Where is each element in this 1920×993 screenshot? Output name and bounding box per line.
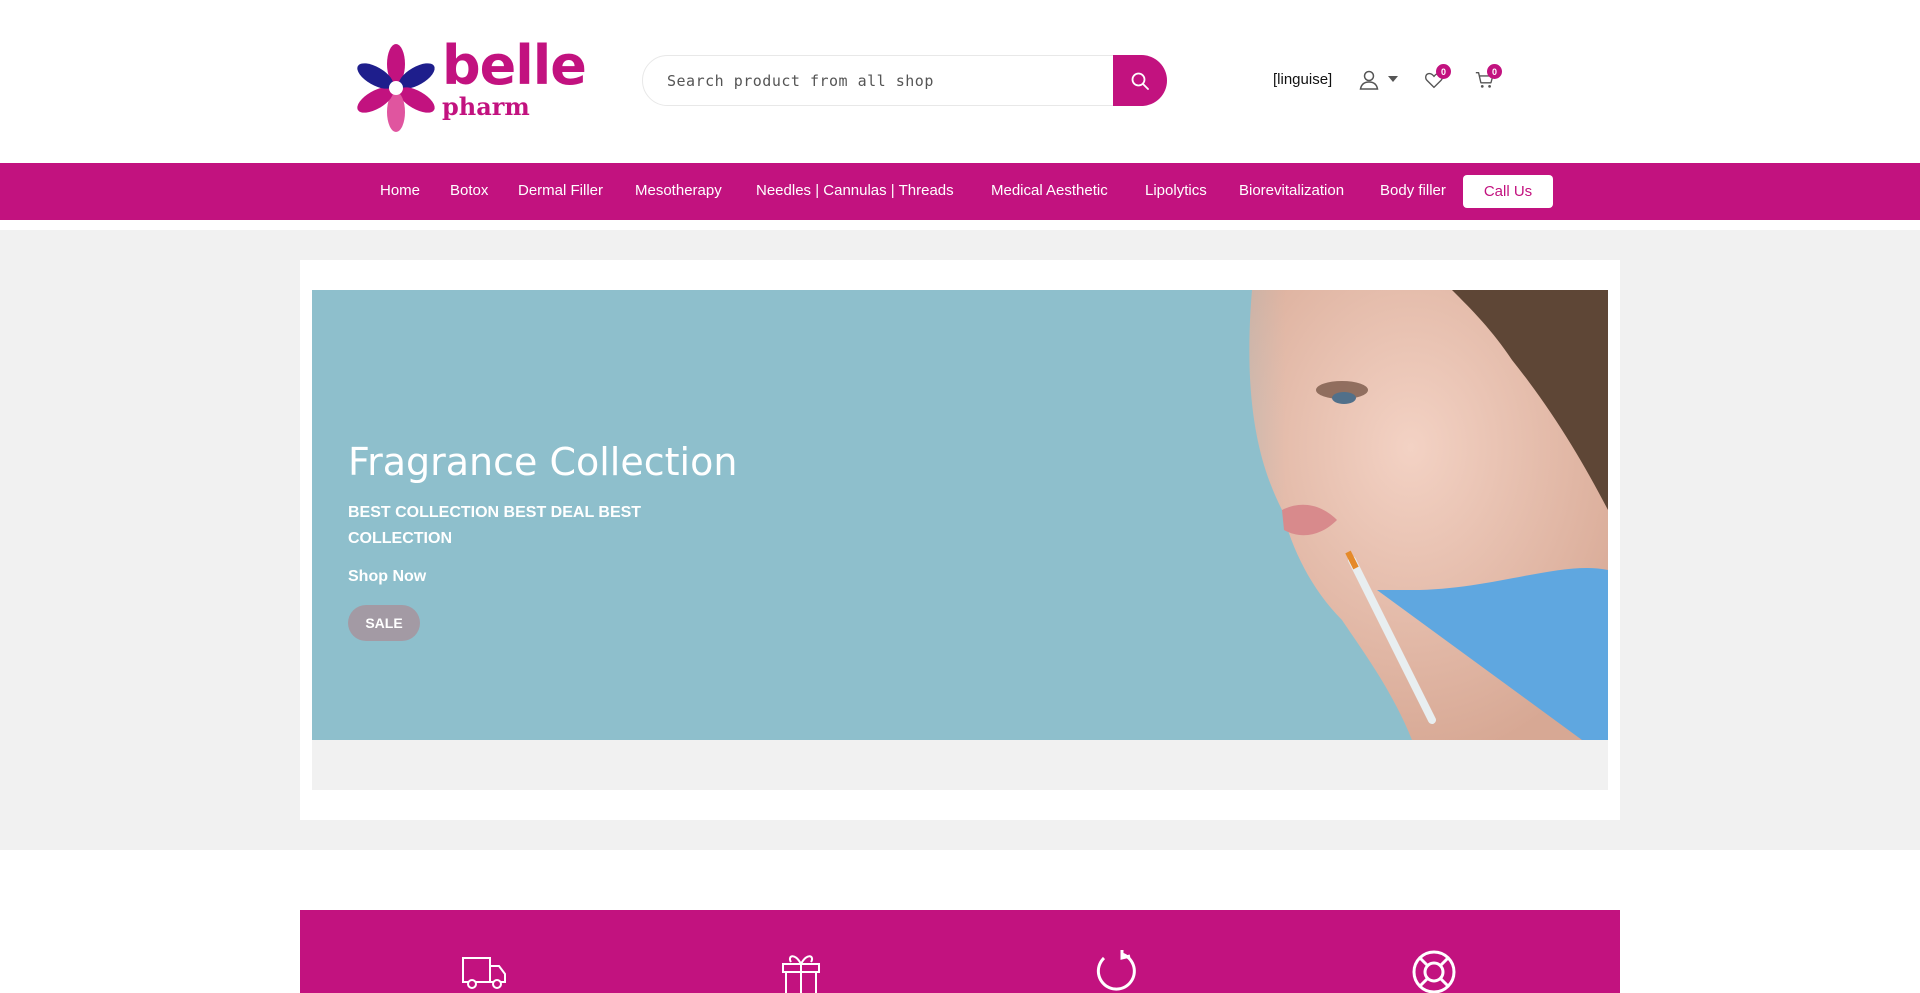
nav-item-mesotherapy[interactable]: Mesotherapy bbox=[635, 182, 722, 199]
search-icon bbox=[1131, 72, 1149, 90]
hero-model-image bbox=[1112, 290, 1608, 740]
nav-item-home[interactable]: Home bbox=[380, 182, 420, 199]
cart-count-badge: 0 bbox=[1487, 64, 1502, 79]
call-us-button[interactable]: Call Us bbox=[1463, 175, 1553, 208]
site-header: belle pharm [linguise] 0 0 bbox=[0, 0, 1920, 163]
main-nav: Home Botox Dermal Filler Mesotherapy Nee… bbox=[0, 163, 1920, 220]
flower-logo-icon bbox=[357, 44, 435, 132]
brand-logo[interactable]: belle pharm bbox=[352, 34, 587, 132]
wishlist-count-badge: 0 bbox=[1436, 64, 1451, 79]
nav-item-biorevitalization[interactable]: Biorevitalization bbox=[1239, 182, 1344, 199]
brand-name: belle bbox=[442, 34, 587, 97]
hero-banner[interactable]: Fragrance Collection BEST COLLECTION BES… bbox=[312, 290, 1608, 740]
hero-slider-footer bbox=[312, 740, 1608, 790]
return-icon bbox=[1096, 950, 1136, 991]
support-icon bbox=[1412, 950, 1456, 993]
language-switcher[interactable]: [linguise] bbox=[1273, 71, 1332, 88]
hero-subtitle: BEST COLLECTION BEST DEAL BEST COLLECTIO… bbox=[348, 504, 642, 547]
hero-title: Fragrance Collection bbox=[348, 440, 738, 484]
search-button[interactable] bbox=[1113, 55, 1167, 106]
nav-item-medical-aesthetic[interactable]: Medical Aesthetic bbox=[991, 182, 1108, 199]
brand-subname: pharm bbox=[442, 92, 530, 121]
user-icon[interactable] bbox=[1357, 68, 1381, 92]
gift-icon bbox=[782, 955, 820, 993]
nav-item-botox[interactable]: Botox bbox=[450, 182, 488, 199]
nav-item-needles[interactable]: Needles | Cannulas | Threads bbox=[756, 182, 954, 199]
shop-now-link[interactable]: Shop Now bbox=[348, 568, 426, 586]
nav-item-lipolytics[interactable]: Lipolytics bbox=[1145, 182, 1207, 199]
truck-icon bbox=[462, 957, 506, 989]
nav-item-dermal-filler[interactable]: Dermal Filler bbox=[518, 182, 603, 199]
search-input[interactable] bbox=[667, 56, 1107, 105]
sale-badge[interactable]: SALE bbox=[348, 605, 420, 641]
nav-item-body-filler[interactable]: Body filler bbox=[1380, 182, 1446, 199]
search-bar bbox=[642, 55, 1167, 106]
feature-strip bbox=[300, 910, 1620, 993]
chevron-down-icon[interactable] bbox=[1388, 76, 1398, 82]
